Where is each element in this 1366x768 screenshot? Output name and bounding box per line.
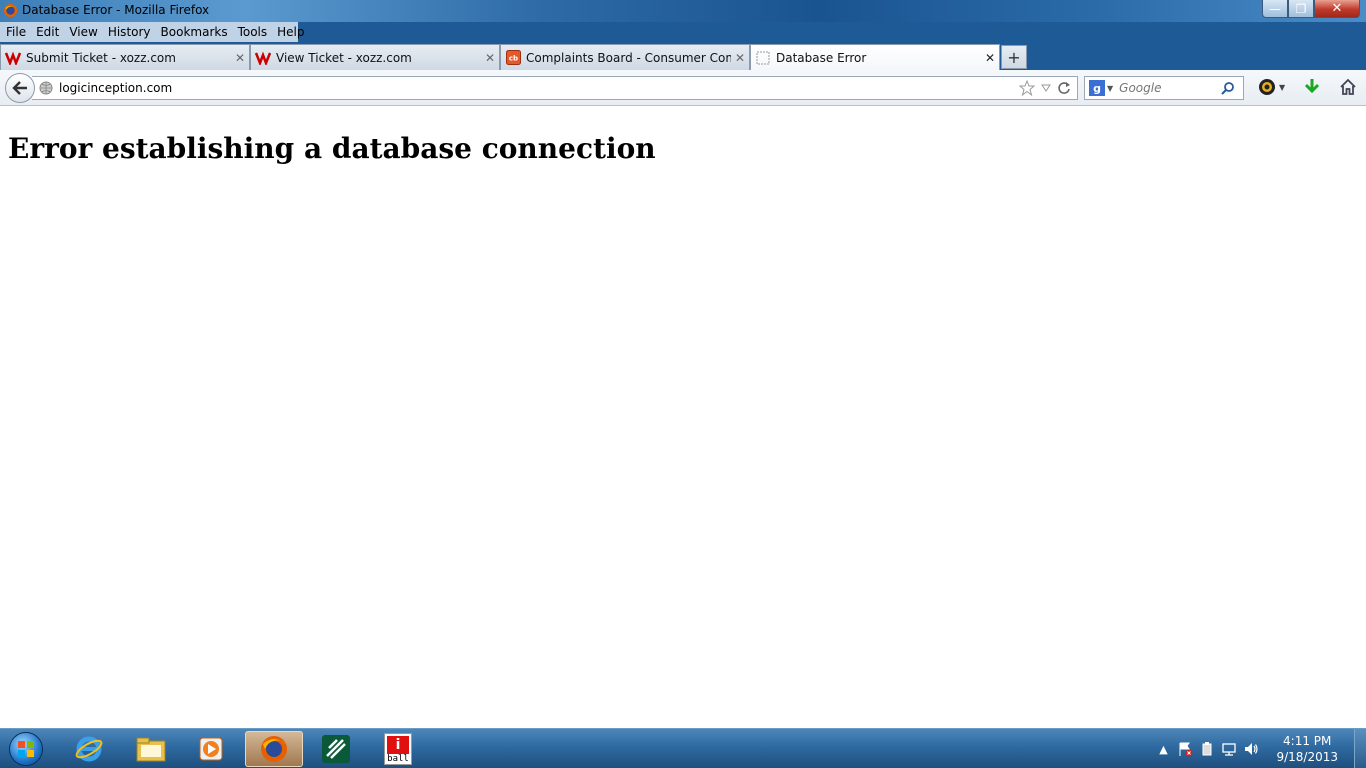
page-content: Error establishing a database connection xyxy=(0,106,1366,728)
file-explorer-icon xyxy=(136,737,166,762)
iball-logo: i xyxy=(387,736,409,754)
media-player-icon xyxy=(199,737,223,761)
app-green-icon xyxy=(322,735,350,763)
search-icon[interactable] xyxy=(1221,81,1235,95)
back-arrow-icon xyxy=(12,81,27,95)
tab-complaints-board[interactable]: cb Complaints Board - Consumer Comp... ✕ xyxy=(500,44,750,70)
window-title: Database Error - Mozilla Firefox xyxy=(22,3,210,17)
home-button[interactable] xyxy=(1339,78,1357,96)
window-controls: — ❐ ✕ xyxy=(1262,0,1360,18)
clock-time: 4:11 PM xyxy=(1283,734,1332,748)
menu-history[interactable]: History xyxy=(104,25,155,39)
plus-icon: + xyxy=(1007,47,1021,67)
firefox-icon xyxy=(261,736,287,762)
back-button[interactable] xyxy=(5,73,35,103)
complaints-board-icon: cb xyxy=(505,50,521,66)
tab-label: View Ticket - xozz.com xyxy=(276,50,412,65)
tab-database-error[interactable]: Database Error ✕ xyxy=(750,44,1000,70)
tab-submit-ticket[interactable]: Submit Ticket - xozz.com ✕ xyxy=(0,44,250,70)
globe-icon xyxy=(39,81,53,95)
svg-text:cb: cb xyxy=(508,55,517,63)
taskbar-media-player[interactable] xyxy=(182,731,240,767)
network-icon[interactable] xyxy=(1221,741,1237,757)
minimize-icon: — xyxy=(1269,1,1281,16)
internet-explorer-icon xyxy=(75,736,103,762)
search-engine-dropdown-icon[interactable]: ▼ xyxy=(1107,84,1113,93)
reload-icon[interactable] xyxy=(1057,81,1071,95)
show-desktop-button[interactable] xyxy=(1354,729,1366,768)
action-center-flag-icon[interactable] xyxy=(1177,741,1193,757)
restore-icon: ❐ xyxy=(1295,1,1307,16)
google-search-engine-icon[interactable]: g xyxy=(1089,80,1105,96)
tab-label: Submit Ticket - xozz.com xyxy=(26,50,176,65)
url-text[interactable]: logicinception.com xyxy=(59,81,1019,95)
tab-close-icon[interactable]: ✕ xyxy=(231,51,249,65)
close-icon: ✕ xyxy=(1331,1,1343,16)
tab-label: Complaints Board - Consumer Comp... xyxy=(526,50,731,65)
taskbar-app[interactable] xyxy=(307,731,365,767)
restore-button[interactable]: ❐ xyxy=(1288,0,1314,18)
search-input[interactable] xyxy=(1119,81,1220,95)
system-tray: ▲ 4:11 PM 9/18/2013 xyxy=(1152,729,1366,768)
menu-view[interactable]: View xyxy=(65,25,101,39)
taskbar-file-explorer[interactable] xyxy=(122,731,180,767)
iball-label: ball xyxy=(387,754,409,764)
error-heading: Error establishing a database connection xyxy=(8,132,656,165)
addon-dropdown-icon[interactable]: ▼ xyxy=(1279,83,1285,92)
addon-button[interactable]: ▼ xyxy=(1258,78,1285,96)
xozz-logo-icon xyxy=(255,50,271,66)
xozz-logo-icon xyxy=(5,50,21,66)
url-bar[interactable]: logicinception.com xyxy=(32,76,1078,100)
firefox-logo-icon[interactable] xyxy=(3,3,18,18)
iball-icon: i ball xyxy=(384,733,412,765)
addon-icon xyxy=(1259,79,1275,95)
tab-label: Database Error xyxy=(776,50,867,65)
url-bar-icons xyxy=(1019,80,1071,96)
menu-edit[interactable]: Edit xyxy=(32,25,63,39)
clock-date: 9/18/2013 xyxy=(1276,750,1338,764)
title-bar: Database Error - Mozilla Firefox — ❐ ✕ xyxy=(0,0,1366,22)
tab-view-ticket[interactable]: View Ticket - xozz.com ✕ xyxy=(250,44,500,70)
history-dropdown-icon[interactable] xyxy=(1041,83,1051,93)
show-hidden-icons-icon[interactable]: ▲ xyxy=(1155,741,1171,757)
close-button[interactable]: ✕ xyxy=(1314,0,1360,18)
minimize-button[interactable]: — xyxy=(1262,0,1288,18)
taskbar-iball[interactable]: i ball xyxy=(369,731,427,767)
download-arrow-icon xyxy=(1304,79,1320,94)
start-button[interactable] xyxy=(6,730,46,768)
taskbar: i ball ▲ 4:11 PM 9/18/2013 xyxy=(0,728,1366,768)
tab-close-icon[interactable]: ✕ xyxy=(981,51,999,65)
navigation-bar: logicinception.com g ▼ ▼ xyxy=(0,70,1366,106)
volume-icon[interactable] xyxy=(1243,741,1259,757)
tab-close-icon[interactable]: ✕ xyxy=(731,51,749,65)
search-box[interactable]: g ▼ xyxy=(1084,76,1244,100)
menu-help[interactable]: Help xyxy=(273,25,308,39)
home-icon xyxy=(1340,78,1356,95)
clock[interactable]: 4:11 PM 9/18/2013 xyxy=(1276,733,1338,765)
windows-logo-icon xyxy=(9,732,43,766)
taskbar-firefox[interactable] xyxy=(245,731,303,767)
menu-bookmarks[interactable]: Bookmarks xyxy=(157,25,232,39)
blank-page-icon xyxy=(755,50,771,66)
downloads-button[interactable] xyxy=(1303,78,1321,96)
menu-bar: File Edit View History Bookmarks Tools H… xyxy=(0,22,305,42)
taskbar-internet-explorer[interactable] xyxy=(60,731,118,767)
bookmark-star-icon[interactable] xyxy=(1019,80,1035,96)
tab-close-icon[interactable]: ✕ xyxy=(481,51,499,65)
menu-file[interactable]: File xyxy=(2,25,30,39)
menu-tools[interactable]: Tools xyxy=(234,25,272,39)
safely-remove-hardware-icon[interactable] xyxy=(1199,741,1215,757)
new-tab-button[interactable]: + xyxy=(1001,45,1027,69)
tab-bar: Submit Ticket - xozz.com ✕ View Ticket -… xyxy=(0,43,1366,70)
